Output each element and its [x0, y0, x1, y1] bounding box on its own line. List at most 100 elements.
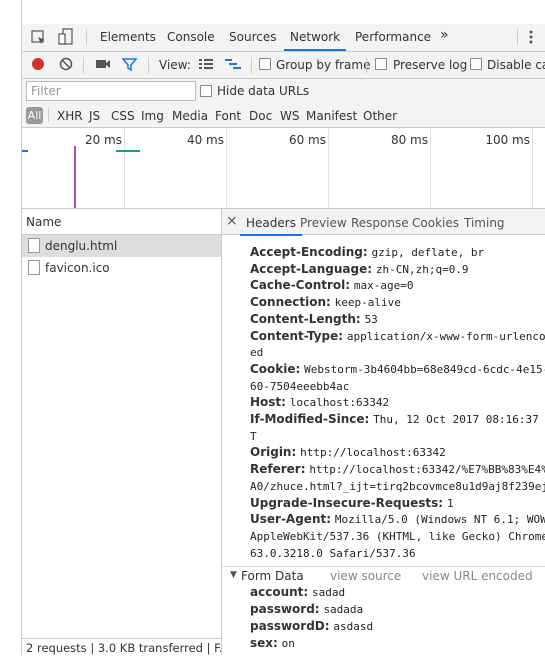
- type-filter-all[interactable]: All: [26, 107, 43, 124]
- record-icon[interactable]: [31, 57, 45, 74]
- type-filter-font[interactable]: Font: [215, 109, 241, 123]
- tab-headers[interactable]: Headers: [240, 216, 302, 236]
- hide-data-urls-checkbox[interactable]: [200, 85, 212, 97]
- device-toolbar-icon[interactable]: [58, 28, 74, 49]
- header-line: Connection: keep-alive: [250, 294, 401, 311]
- clear-icon[interactable]: [59, 57, 73, 74]
- type-filter-js[interactable]: JS: [89, 109, 100, 123]
- form-field-value: on: [281, 637, 295, 650]
- header-line: If-Modified-Since: Thu, 12 Oct 2017 08:1…: [250, 411, 545, 428]
- request-headers-list: Accept-Encoding: gzip, deflate, br Accept…: [222, 235, 545, 565]
- header-value: localhost:63342: [289, 396, 390, 410]
- type-filter-ws[interactable]: WS: [280, 109, 299, 123]
- header-value: zh-CN,zh;q=0.9: [375, 262, 469, 276]
- timeline-tick: 20 ms: [84, 133, 122, 147]
- triangle-down-icon[interactable]: ▼: [230, 570, 237, 580]
- type-filter-other[interactable]: Other: [363, 109, 397, 123]
- timeline-request-bar: [22, 150, 28, 152]
- header-line: Origin: http://localhost:63342: [250, 444, 446, 461]
- header-value: A0/zhuce.html?_ijt=tirq2bcovmce8u1d9aj8f…: [250, 479, 545, 493]
- name-column-header[interactable]: Name: [26, 215, 61, 229]
- close-detail-icon[interactable]: ×: [226, 213, 238, 229]
- header-key: If-Modified-Since:: [250, 412, 370, 426]
- status-summary: 2 requests | 3.0 KB transferred | F...: [26, 641, 221, 655]
- request-name: denglu.html: [45, 239, 118, 253]
- group-by-frame-checkbox[interactable]: [259, 58, 271, 70]
- disable-cache-label: Disable cac: [487, 58, 545, 72]
- tab-cookies[interactable]: Cookies: [412, 216, 459, 230]
- tab-console[interactable]: Console: [167, 30, 215, 44]
- form-field-key: account:: [250, 585, 309, 599]
- form-field-key: sex:: [250, 636, 278, 650]
- form-field: password: sadada: [250, 602, 363, 616]
- type-filter-img[interactable]: Img: [141, 109, 164, 123]
- form-field-value: sadada: [323, 603, 364, 616]
- view-url-encoded-link[interactable]: view URL encoded: [422, 569, 533, 583]
- waterfall-icon[interactable]: [225, 58, 241, 73]
- header-value: max-age=0: [353, 279, 414, 293]
- large-rows-icon[interactable]: [199, 58, 213, 73]
- type-filter-doc[interactable]: Doc: [249, 109, 272, 123]
- more-tabs-icon[interactable]: »: [440, 27, 449, 43]
- header-line: Cache-Control: max-age=0: [250, 277, 414, 294]
- filter-icon[interactable]: [121, 57, 138, 75]
- inspect-element-icon[interactable]: [31, 30, 47, 49]
- type-filter-manifest[interactable]: Manifest: [306, 109, 357, 123]
- tab-performance[interactable]: Performance: [355, 30, 431, 44]
- type-filter-media[interactable]: Media: [172, 109, 208, 123]
- tab-network[interactable]: Network: [283, 30, 347, 51]
- timeline-tick: 80 ms: [390, 133, 428, 147]
- timeline-request-bar: [116, 150, 140, 152]
- filter-input[interactable]: Filter: [26, 81, 196, 101]
- header-line: A0/zhuce.html?_ijt=tirq2bcovmce8u1d9aj8f…: [250, 478, 545, 495]
- header-value: http://localhost:63342: [300, 446, 446, 460]
- preserve-log-checkbox[interactable]: [375, 58, 387, 70]
- header-value: Mozilla/5.0 (Windows NT 6.1; WOW64: [334, 513, 545, 527]
- disable-cache-checkbox[interactable]: [470, 58, 482, 70]
- form-field-key: passwordD:: [250, 619, 330, 633]
- header-key: Accept-Language:: [250, 261, 373, 276]
- header-key: Host:: [250, 395, 286, 410]
- header-line: Host: localhost:63342: [250, 394, 389, 411]
- hide-data-urls-label: Hide data URLs: [217, 84, 310, 98]
- header-value: AppleWebKit/537.36 (KHTML, like Gecko) C…: [250, 529, 545, 543]
- more-menu-icon[interactable]: [529, 30, 533, 47]
- filter-row: Filter Hide data URLs: [22, 79, 545, 103]
- header-line: Accept-Encoding: gzip, deflate, br: [250, 244, 484, 261]
- request-row[interactable]: denglu.html: [22, 235, 221, 257]
- tab-preview[interactable]: Preview: [300, 216, 347, 230]
- header-line: Cookie: Webstorm-3b4604bb=68e849cd-6cdc-…: [250, 361, 545, 378]
- type-filter-xhr[interactable]: XHR: [57, 109, 83, 123]
- header-line: User-Agent: Mozilla/5.0 (Windows NT 6.1;…: [250, 511, 545, 528]
- header-line: Accept-Language: zh-CN,zh;q=0.9: [250, 261, 469, 278]
- header-line: 60-7504eeebb4ac: [250, 378, 349, 395]
- timeline-overview[interactable]: 20 ms 40 ms 60 ms 80 ms 100 ms: [22, 128, 545, 209]
- header-key: Accept-Encoding:: [250, 245, 368, 259]
- tab-sources[interactable]: Sources: [229, 30, 276, 44]
- resource-type-filters: All XHR JS CSS Img Media Font Doc WS Man…: [22, 103, 545, 128]
- type-filter-css[interactable]: CSS: [111, 109, 135, 123]
- request-row[interactable]: favicon.ico: [22, 257, 221, 279]
- request-list-header[interactable]: Name: [22, 209, 221, 235]
- header-key: Cache-Control:: [250, 278, 351, 293]
- timeline-tick: 60 ms: [288, 133, 326, 147]
- header-value: 63.0.3218.0 Safari/537.36: [250, 546, 416, 560]
- tab-response[interactable]: Response: [351, 216, 409, 230]
- detail-tab-bar: × Headers Preview Response Cookies Timin…: [222, 209, 545, 236]
- header-key: User-Agent:: [250, 512, 332, 527]
- form-data-section-header[interactable]: ▼ Form Data view source view URL encoded: [222, 566, 545, 585]
- header-value: http://localhost:63342/%E7%BB%83%E4%B: [309, 463, 545, 477]
- capture-screenshots-icon[interactable]: [95, 58, 111, 73]
- tab-timing[interactable]: Timing: [464, 216, 505, 230]
- header-key: Referer:: [250, 462, 306, 477]
- header-value: 53: [364, 312, 378, 326]
- request-name: favicon.ico: [45, 261, 110, 275]
- form-field: sex: on: [250, 636, 295, 650]
- view-source-link[interactable]: view source: [330, 569, 401, 583]
- header-key: Origin:: [250, 445, 297, 460]
- form-field-value: sadad: [312, 586, 346, 599]
- header-value: 1: [446, 496, 454, 510]
- status-bar: 2 requests | 3.0 KB transferred | F...: [22, 638, 221, 656]
- header-key: Content-Length:: [250, 311, 361, 326]
- tab-elements[interactable]: Elements: [100, 30, 156, 44]
